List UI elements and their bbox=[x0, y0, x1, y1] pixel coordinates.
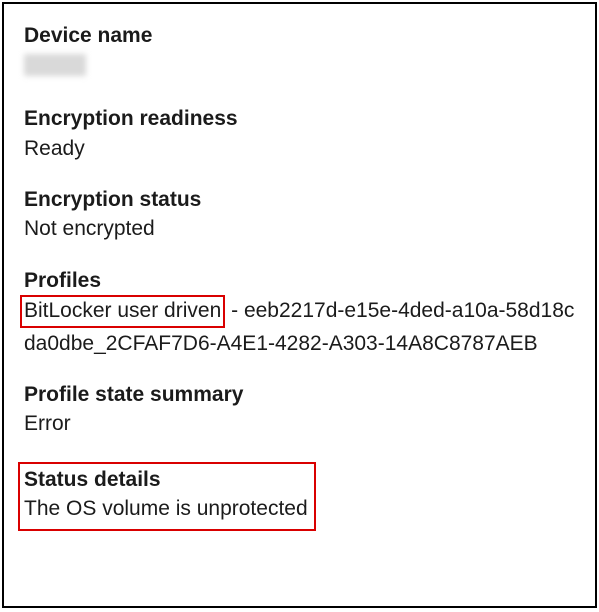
device-name-field: Device name bbox=[24, 22, 575, 83]
profile-state-summary-value: Error bbox=[24, 409, 575, 439]
encryption-readiness-value: Ready bbox=[24, 134, 575, 164]
profile-state-summary-label: Profile state summary bbox=[24, 381, 575, 409]
profiles-label: Profiles bbox=[24, 267, 575, 295]
device-name-value bbox=[24, 50, 575, 83]
profile-name-text: BitLocker user driven bbox=[24, 299, 221, 322]
encryption-readiness-label: Encryption readiness bbox=[24, 105, 575, 133]
profiles-value: BitLocker user driven - eeb2217d-e15e-4d… bbox=[24, 295, 575, 359]
status-details-highlight: Status details The OS volume is unprotec… bbox=[18, 462, 316, 531]
encryption-status-label: Encryption status bbox=[24, 186, 575, 214]
encryption-status-value: Not encrypted bbox=[24, 214, 575, 244]
status-details-label: Status details bbox=[24, 466, 308, 494]
device-name-label: Device name bbox=[24, 22, 575, 50]
status-details-value: The OS volume is unprotected bbox=[24, 494, 308, 524]
device-encryption-panel: Device name Encryption readiness Ready E… bbox=[2, 2, 597, 608]
redacted-device-name bbox=[24, 54, 86, 76]
status-details-field: Status details The OS volume is unprotec… bbox=[24, 462, 575, 531]
profile-separator: - bbox=[225, 299, 244, 322]
profiles-field: Profiles BitLocker user driven - eeb2217… bbox=[24, 267, 575, 359]
profile-name-highlight: BitLocker user driven bbox=[20, 295, 225, 327]
profile-state-summary-field: Profile state summary Error bbox=[24, 381, 575, 440]
encryption-readiness-field: Encryption readiness Ready bbox=[24, 105, 575, 164]
encryption-status-field: Encryption status Not encrypted bbox=[24, 186, 575, 245]
